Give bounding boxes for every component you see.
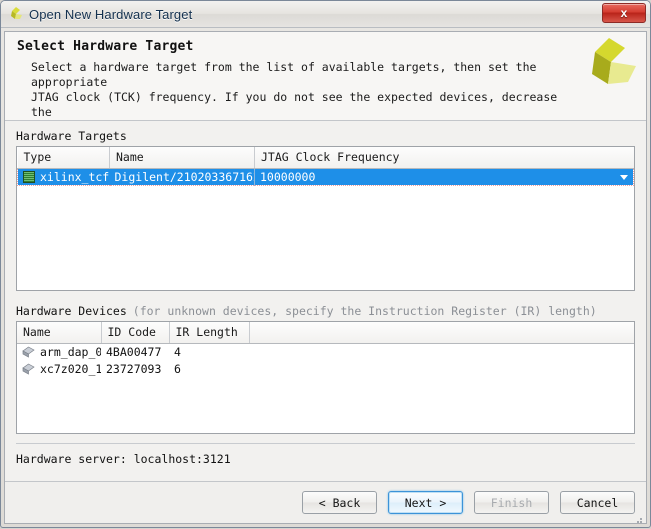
jtag-frequency-combobox[interactable]: 10000000: [260, 170, 631, 184]
target-name-cell[interactable]: Digilent/210203367162A: [109, 168, 255, 186]
cancel-button[interactable]: Cancel: [560, 491, 635, 514]
device-name-label: arm_dap_0: [40, 345, 101, 360]
page-description-line2: JTAG clock (TCK) frequency. If you do no…: [31, 90, 558, 119]
hardware-targets-label: Hardware Targets: [16, 129, 635, 143]
chip-icon: [22, 363, 35, 375]
jtag-clock-frequency-cell[interactable]: 10000000: [254, 168, 634, 186]
column-header-ir-length[interactable]: IR Length: [169, 322, 250, 344]
hardware-server-section: Hardware server: localhost:3121: [16, 443, 635, 481]
device-ir-length-cell[interactable]: 6: [169, 361, 249, 378]
hardware-devices-hint: (for unknown devices, specify the Instru…: [132, 304, 597, 318]
table-header-row: Name ID Code IR Length: [17, 322, 634, 344]
column-header-jtag-clock-frequency[interactable]: JTAG Clock Frequency: [254, 147, 634, 169]
wizard-header: Select Hardware Target Select a hardware…: [5, 32, 646, 121]
device-name-cell[interactable]: arm_dap_0: [17, 344, 101, 361]
next-button-label: Next >: [404, 495, 447, 510]
column-header-filler: [249, 322, 634, 344]
chevron-down-icon[interactable]: [616, 170, 631, 184]
xilinx-logo-icon: [578, 34, 640, 92]
device-filler-cell: [249, 344, 634, 361]
device-id-code-cell[interactable]: 4BA00477: [101, 344, 169, 361]
back-button[interactable]: < Back: [302, 491, 377, 514]
back-button-label: < Back: [318, 495, 361, 510]
finish-button: Finish: [474, 491, 549, 514]
dialog-footer: < Back Next > Finish Cancel: [5, 481, 646, 523]
resize-grip[interactable]: [632, 510, 644, 523]
page-title: Select Hardware Target: [17, 39, 194, 54]
chip-icon: [22, 346, 35, 358]
title-bar: Open New Hardware Target x: [1, 1, 650, 28]
hardware-targets-table[interactable]: Type Name JTAG Clock Frequency xilinx_tc…: [16, 146, 635, 291]
target-type-cell[interactable]: xilinx_tcf: [17, 168, 110, 186]
hardware-targets-label-text: Hardware Targets: [16, 129, 127, 143]
jtag-frequency-value: 10000000: [260, 170, 316, 184]
table-row[interactable]: xilinx_tcf Digilent/210203367162A 100000…: [17, 168, 634, 186]
wizard-body: Hardware Targets Type Name JTAG Clock Fr…: [5, 121, 646, 481]
device-id-code-cell[interactable]: 23727093: [101, 361, 169, 378]
close-icon: x: [620, 6, 628, 20]
table-row[interactable]: arm_dap_0 4BA00477 4: [17, 344, 634, 361]
finish-button-label: Finish: [490, 495, 533, 510]
table-row[interactable]: xc7z020_1 23727093 6: [17, 361, 634, 378]
column-header-id-code[interactable]: ID Code: [101, 322, 170, 344]
column-header-name[interactable]: Name: [109, 147, 255, 169]
tcf-target-icon: [23, 171, 35, 183]
hardware-devices-table[interactable]: Name ID Code IR Length arm_dap_0 4BA0047…: [16, 321, 635, 434]
device-ir-length-cell[interactable]: 4: [169, 344, 249, 361]
table-header-row: Type Name JTAG Clock Frequency: [17, 147, 634, 169]
column-header-device-name[interactable]: Name: [17, 322, 102, 344]
device-name-label: xc7z020_1: [40, 362, 101, 376]
hardware-server-status: Hardware server: localhost:3121: [16, 452, 231, 466]
xilinx-logo-icon: [7, 5, 25, 23]
page-description: Select a hardware target from the list o…: [31, 60, 576, 120]
next-button[interactable]: Next >: [388, 491, 463, 514]
column-header-type[interactable]: Type: [17, 147, 110, 169]
close-button[interactable]: x: [602, 3, 646, 23]
device-filler-cell: [249, 361, 634, 378]
dialog-client: Select Hardware Target Select a hardware…: [4, 31, 647, 524]
dialog-window: Open New Hardware Target x Select Hardwa…: [0, 0, 651, 528]
window-title: Open New Hardware Target: [29, 6, 193, 22]
target-type-label: xilinx_tcf: [40, 170, 110, 184]
hardware-devices-label-text: Hardware Devices: [16, 304, 127, 318]
page-description-line1: Select a hardware target from the list o…: [31, 60, 537, 89]
hardware-devices-label: Hardware Devices (for unknown devices, s…: [16, 304, 635, 318]
cancel-button-label: Cancel: [576, 495, 619, 510]
device-name-cell[interactable]: xc7z020_1: [17, 361, 101, 378]
